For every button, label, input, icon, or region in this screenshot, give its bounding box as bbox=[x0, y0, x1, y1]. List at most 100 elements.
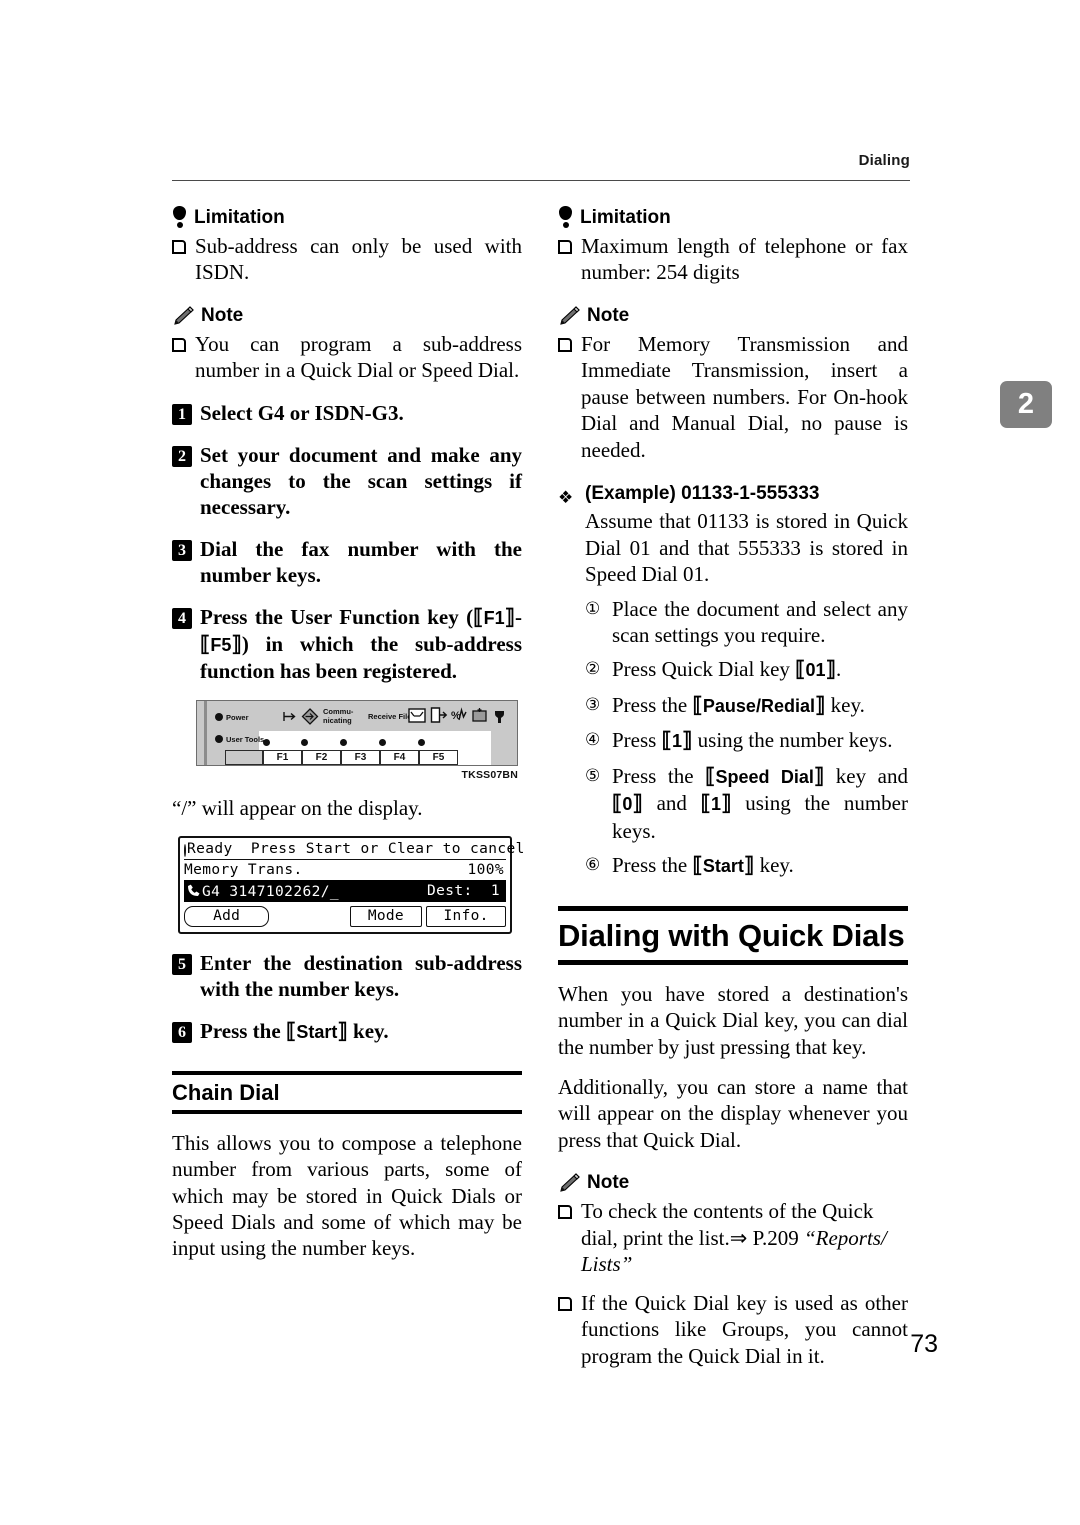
figure-caption: TKSS07BN bbox=[461, 769, 518, 782]
step-text: Set your document and make any changes t… bbox=[200, 442, 522, 519]
step-text: Press the ⟦Start⟧ key. bbox=[200, 1018, 522, 1045]
limitation-item-text: Sub-address can only be used with ISDN. bbox=[195, 234, 522, 285]
fkey-f2: F2 bbox=[302, 750, 341, 766]
lcd-status-text: Ready bbox=[187, 840, 233, 857]
checkbox-bullet-icon bbox=[172, 337, 186, 352]
panel-spine bbox=[204, 701, 207, 766]
substep-number: ② bbox=[585, 659, 601, 680]
keycap-number-1b: ⟦1⟧ bbox=[700, 792, 732, 816]
service-call-icon bbox=[493, 706, 506, 728]
lcd-mode-button[interactable]: Mode bbox=[349, 905, 423, 927]
fkey-f1: F1 bbox=[263, 750, 302, 766]
substep-text: Place the document and select any scan s… bbox=[612, 596, 908, 647]
lcd-mode-text: Memory Trans. bbox=[184, 861, 303, 878]
substep-6: ⑥ Press the ⟦Start⟧ key. bbox=[585, 852, 908, 879]
running-header: Dialing bbox=[858, 152, 910, 169]
substep-text-before: Press the bbox=[612, 763, 706, 788]
note-item: You can program a sub-address number in … bbox=[172, 331, 522, 384]
checkbox-bullet-icon bbox=[558, 337, 572, 352]
keycap-start: ⟦Start⟧ bbox=[285, 1019, 348, 1043]
substep-number: ⑤ bbox=[585, 765, 601, 786]
substep-text-before: Press the bbox=[612, 692, 693, 717]
quick-dials-paragraph-2: Additionally, you can store a name that … bbox=[558, 1074, 908, 1152]
user-tools-lamp-icon bbox=[215, 735, 223, 744]
limitation-item-text: Maximum length of telephone or fax numbe… bbox=[581, 234, 908, 285]
keycap-start: ⟦Start⟧ bbox=[692, 854, 755, 878]
note-page-reference: P.209 bbox=[747, 1225, 804, 1250]
note-heading-label: Note bbox=[201, 305, 244, 327]
substep-text: Press the ⟦Start⟧ key. bbox=[612, 852, 908, 879]
lcd-add-button[interactable]: Add bbox=[184, 905, 270, 927]
pencil-icon bbox=[172, 306, 194, 326]
note-heading-left: Note bbox=[172, 305, 522, 327]
substep-text-mid2: and bbox=[642, 791, 701, 816]
step-2: 2 Set your document and make any changes… bbox=[172, 442, 522, 520]
substep-text: Press Quick Dial key ⟦01⟧. bbox=[612, 656, 908, 683]
substep-text-after: . bbox=[835, 657, 842, 682]
lcd-info-button[interactable]: Info. bbox=[426, 905, 506, 927]
chain-dial-body: This allows you to compose a telephone n… bbox=[172, 1130, 522, 1261]
substep-number: ⑥ bbox=[585, 855, 601, 876]
step-6: 6 Press the ⟦Start⟧ key. bbox=[172, 1018, 522, 1045]
quick-dials-note-text-1: To check the contents of the Quick dial,… bbox=[581, 1198, 908, 1277]
note-item-text: For Memory Transmission and Immediate Tr… bbox=[581, 331, 908, 462]
limitation-heading-right: Limitation bbox=[558, 206, 908, 229]
checkbox-bullet-icon bbox=[172, 240, 186, 254]
step-text: Dial the fax number with the number keys… bbox=[200, 536, 522, 587]
section-rule-bottom bbox=[558, 959, 908, 965]
phone-handset-icon bbox=[186, 884, 201, 898]
communicating-label: Commu- nicating bbox=[323, 707, 354, 725]
keycap-dash: - bbox=[515, 605, 522, 629]
note-item-text: You can program a sub-address number in … bbox=[195, 331, 522, 383]
checkbox-bullet-icon bbox=[558, 1205, 572, 1220]
fkey-blank bbox=[225, 750, 263, 766]
step-text: Select G4 or ISDN-G3. bbox=[200, 400, 404, 425]
substep-text-after: using the number keys. bbox=[692, 728, 893, 753]
example-label: (Example) bbox=[585, 483, 676, 505]
substep-text-before: Press the bbox=[612, 853, 693, 878]
step-number: 4 bbox=[172, 608, 192, 629]
lcd-softkey-row: Add Mode Info. bbox=[184, 905, 506, 927]
signal-error-icon: % bbox=[451, 707, 468, 728]
add-toner-icon bbox=[471, 707, 488, 728]
substep-text-before: Press Quick Dial key bbox=[612, 657, 796, 682]
section-title: Dialing with Quick Dials bbox=[558, 917, 905, 953]
fkey-f5: F5 bbox=[419, 750, 458, 766]
substep-text: Press the ⟦Speed Dial⟧ key and ⟦0⟧ and ⟦… bbox=[612, 763, 908, 844]
note-heading-label: Note bbox=[587, 305, 630, 327]
communicating-icon bbox=[301, 708, 319, 730]
note-heading-quick-dials: Note bbox=[558, 1173, 908, 1194]
substep-1: ① Place the document and select any scan… bbox=[585, 596, 908, 649]
note-heading-right: Note bbox=[558, 305, 908, 327]
user-tools-label: User Tools bbox=[226, 735, 265, 745]
limitation-item: Maximum length of telephone or fax numbe… bbox=[558, 233, 908, 286]
quick-dials-paragraph-1: When you have stored a destination's num… bbox=[558, 981, 908, 1059]
example-body: Assume that 01133 is stored in Quick Dia… bbox=[585, 509, 908, 587]
substep-text-mid: key and bbox=[824, 763, 908, 788]
receive-file-label: Receive File bbox=[368, 712, 412, 722]
step-text-after: key. bbox=[347, 1018, 389, 1043]
left-column: Limitation Sub-address can only be used … bbox=[172, 206, 524, 1262]
lcd-memory-pct: 100% bbox=[467, 861, 504, 878]
example-heading: ❖ (Example) 01133-1-555333 bbox=[558, 483, 908, 506]
limitation-heading-left: Limitation bbox=[172, 206, 522, 229]
limitation-icon bbox=[172, 206, 187, 228]
step-text-before: Press the bbox=[200, 1018, 286, 1043]
lcd-mode-row: Memory Trans. 100% bbox=[184, 860, 506, 880]
lcd-dest-label: Dest: bbox=[426, 882, 473, 899]
diamond-bullet-icon: ❖ bbox=[558, 488, 574, 508]
step-1: 1 Select G4 or ISDN-G3. bbox=[172, 400, 522, 426]
pencil-icon bbox=[558, 1173, 580, 1193]
limitation-item: Sub-address can only be used with ISDN. bbox=[172, 233, 522, 286]
keycap-quick-dial-01: ⟦01⟧ bbox=[795, 658, 836, 682]
power-lamp-icon bbox=[215, 713, 223, 722]
checkbox-bullet-icon bbox=[558, 1296, 572, 1311]
lcd-status-row: Ready Press Start or Clear to cancel bbox=[184, 840, 524, 860]
limitation-heading-label: Limitation bbox=[580, 207, 671, 229]
substep-number: ④ bbox=[585, 730, 601, 751]
substep-5: ⑤ Press the ⟦Speed Dial⟧ key and ⟦0⟧ and… bbox=[585, 763, 908, 844]
substep-3: ③ Press the ⟦Pause/Redial⟧ key. bbox=[585, 692, 908, 719]
keycap-pause-redial: ⟦Pause/Redial⟧ bbox=[692, 693, 826, 717]
keycap-number-0: ⟦0⟧ bbox=[612, 792, 643, 816]
lcd-number-row: G4 3147102262/_ Dest: 1 bbox=[184, 879, 506, 902]
